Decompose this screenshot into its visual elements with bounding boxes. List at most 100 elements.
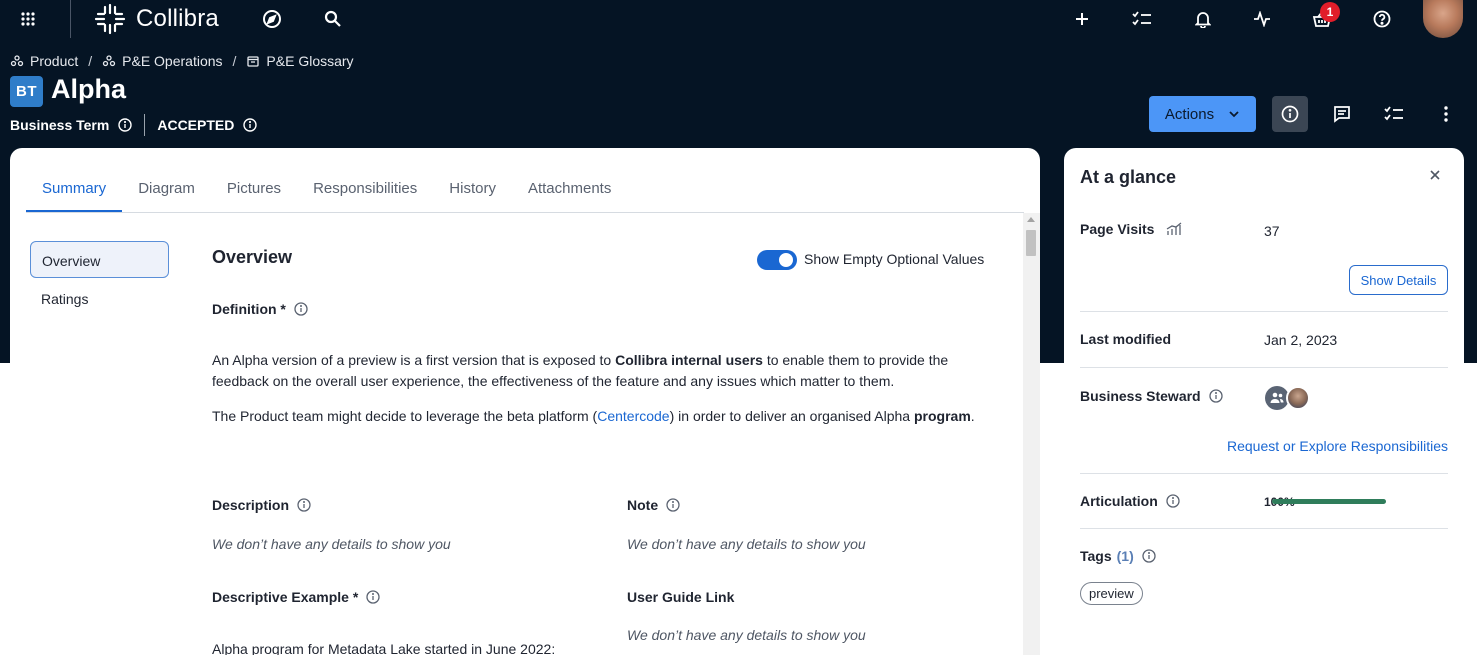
definition-bold-text: Collibra internal users: [615, 352, 763, 368]
overview-heading: Overview: [212, 247, 293, 267]
breadcrumb: Product / P&E Operations / P&E Glossary: [10, 52, 354, 70]
main-content-card: Summary Diagram Pictures Responsibilitie…: [10, 148, 1040, 655]
top-navigation-bar: Collibra 1: [0, 0, 1477, 38]
note-value[interactable]: We don’t have any details to show you: [627, 536, 866, 552]
articulation-label-text: Articulation: [1080, 493, 1158, 509]
note-label-text: Note: [627, 497, 659, 513]
basket-count-badge: 1: [1320, 2, 1340, 22]
tab-history[interactable]: History: [433, 168, 512, 212]
app-launcher-icon[interactable]: [14, 0, 42, 38]
definition-bold-text: program: [913, 408, 971, 424]
descriptive-example-label-text: Descriptive Example *: [212, 589, 359, 605]
tags-label-text: Tags: [1080, 548, 1112, 564]
info-icon[interactable]: [1208, 389, 1223, 403]
brand-name: Collibra: [136, 5, 219, 32]
tab-responsibilities[interactable]: Responsibilities: [297, 168, 433, 212]
descriptive-example-value: Alpha program for Metadata Lake started …: [212, 641, 556, 655]
notifications-bell-icon[interactable]: [1192, 0, 1214, 38]
tab-attachments[interactable]: Attachments: [512, 168, 627, 212]
page-title: Alpha: [51, 74, 127, 104]
business-steward-label-text: Business Steward: [1080, 388, 1201, 404]
divider: [1080, 473, 1448, 474]
activity-icon[interactable]: [1251, 0, 1273, 38]
at-a-glance-title: At a glance: [1080, 167, 1177, 187]
status-label: ACCEPTED: [157, 117, 235, 133]
request-responsibilities-link[interactable]: Request or Explore Responsibilities: [1216, 438, 1448, 454]
definition-label-text: Definition *: [212, 301, 286, 317]
page-visits-label: Page Visits: [1080, 221, 1182, 237]
info-panel-button[interactable]: [1272, 96, 1308, 132]
toggle-knob: [779, 253, 793, 267]
definition-text: The Product team might decide to leverag…: [212, 408, 598, 424]
info-icon[interactable]: [1166, 494, 1180, 508]
description-label: Description: [212, 497, 311, 513]
user-avatar[interactable]: [1286, 386, 1310, 410]
breadcrumb-item[interactable]: Product: [10, 53, 78, 69]
breadcrumb-separator: /: [88, 53, 93, 69]
user-avatar[interactable]: [1423, 0, 1463, 38]
help-icon[interactable]: [1371, 0, 1393, 38]
search-icon[interactable]: [322, 0, 344, 38]
divider: [1080, 528, 1448, 529]
actions-label: Actions: [1164, 105, 1215, 123]
add-icon[interactable]: [1071, 0, 1093, 38]
info-icon[interactable]: [294, 302, 308, 316]
divider: [1080, 367, 1448, 368]
info-icon[interactable]: [297, 498, 311, 512]
note-label: Note: [627, 497, 680, 513]
close-icon[interactable]: [1428, 168, 1444, 184]
info-icon: [1281, 105, 1299, 123]
at-a-glance-panel: At a glance Page Visits 37 Show Details …: [1064, 148, 1464, 655]
statistics-icon: [1166, 222, 1182, 236]
toggle-label: Show Empty Optional Values: [804, 251, 985, 267]
comments-button[interactable]: [1324, 96, 1360, 132]
centercode-link[interactable]: Centercode: [597, 408, 669, 424]
collibra-logo[interactable]: Collibra: [94, 0, 234, 38]
info-icon[interactable]: [118, 118, 133, 132]
breadcrumb-label: Product: [30, 53, 79, 69]
tasks-button[interactable]: [1376, 96, 1412, 132]
user-guide-label-text: User Guide Link: [627, 589, 735, 605]
info-icon[interactable]: [666, 498, 680, 512]
page-visits-value: 37: [1264, 223, 1280, 239]
definition-label: Definition *: [212, 301, 308, 317]
scroll-up-arrow-icon[interactable]: [1027, 217, 1035, 222]
show-empty-values-toggle[interactable]: [757, 250, 797, 270]
chevron-down-icon: [1229, 111, 1239, 118]
explore-compass-icon[interactable]: [261, 0, 283, 38]
info-icon[interactable]: [1142, 549, 1156, 563]
tasks-icon[interactable]: [1130, 0, 1154, 38]
tab-pictures[interactable]: Pictures: [211, 168, 297, 212]
user-guide-link-value[interactable]: We don’t have any details to show you: [627, 627, 866, 643]
user-guide-link-label: User Guide Link: [627, 589, 734, 605]
show-details-button[interactable]: Show Details: [1349, 265, 1448, 295]
tasks-icon: [1384, 106, 1403, 121]
tab-summary[interactable]: Summary: [26, 168, 123, 212]
description-value[interactable]: We don’t have any details to show you: [212, 536, 451, 552]
subtitle-divider: [144, 114, 146, 136]
actions-button[interactable]: Actions: [1149, 96, 1256, 132]
community-icon: [102, 55, 116, 67]
articulation-progress-bar: [1272, 499, 1386, 504]
tags-count: (1): [1116, 548, 1134, 564]
tab-diagram[interactable]: Diagram: [122, 168, 211, 212]
comment-icon: [1334, 106, 1350, 123]
business-steward-label: Business Steward: [1080, 388, 1223, 404]
tab-bar: Summary Diagram Pictures Responsibilitie…: [26, 168, 1024, 213]
definition-text: ) in order to deliver an organised Alpha: [669, 408, 914, 424]
divider: [1080, 311, 1448, 312]
articulation-progress-fill: [1272, 499, 1386, 504]
definition-text: .: [970, 408, 975, 424]
tag-chip[interactable]: preview: [1080, 582, 1143, 605]
breadcrumb-item[interactable]: P&E Operations: [102, 53, 223, 69]
scrollbar-track[interactable]: [1023, 213, 1040, 655]
side-nav-overview[interactable]: Overview: [30, 241, 169, 278]
info-icon[interactable]: [366, 590, 380, 604]
asset-type-badge: BT: [10, 76, 43, 107]
descriptive-example-label: Descriptive Example *: [212, 589, 380, 605]
info-icon[interactable]: [243, 118, 258, 132]
scrollbar-thumb[interactable]: [1026, 230, 1036, 256]
breadcrumb-item[interactable]: P&E Glossary: [246, 53, 354, 69]
more-options-button[interactable]: [1428, 96, 1464, 132]
side-nav-ratings[interactable]: Ratings: [30, 280, 169, 317]
